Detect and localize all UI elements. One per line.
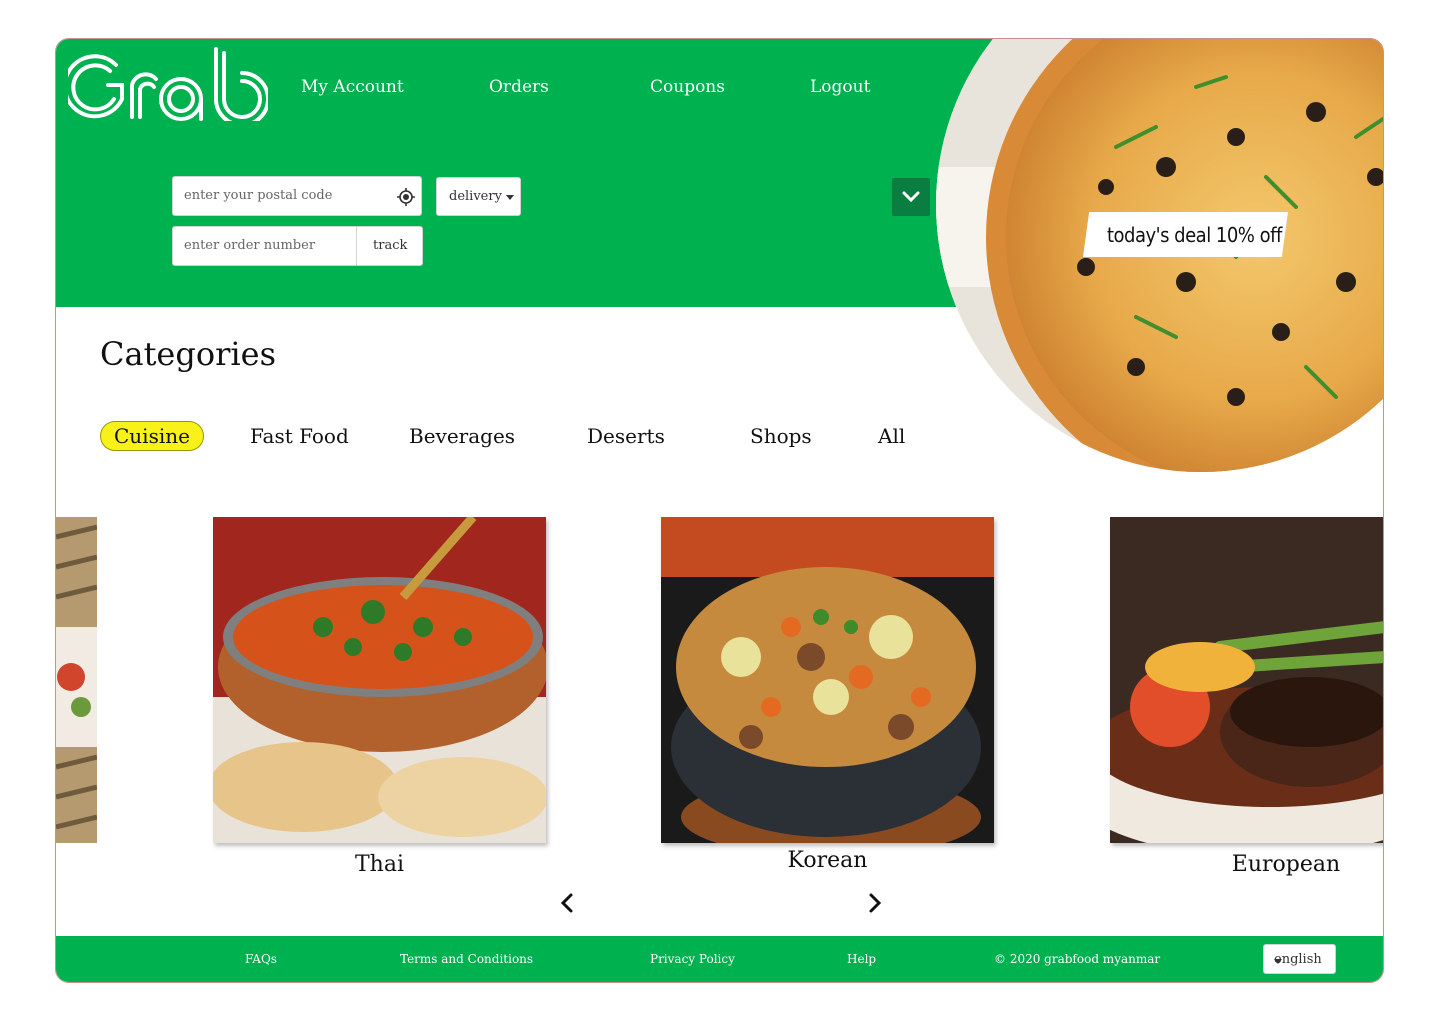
order-number-placeholder: enter order number xyxy=(184,238,316,253)
nav-logout[interactable]: Logout xyxy=(810,77,870,97)
cuisine-card-korean-label: Korean xyxy=(787,848,868,873)
footer-link-help[interactable]: Help xyxy=(847,952,876,966)
postal-code-placeholder: enter your postal code xyxy=(184,188,333,203)
footer-link-faqs[interactable]: FAQs xyxy=(245,952,277,966)
expand-button[interactable] xyxy=(892,178,930,216)
tab-fast-food[interactable]: Fast Food xyxy=(250,424,349,448)
tab-cuisine[interactable]: Cuisine xyxy=(100,421,204,451)
location-crosshair-icon[interactable] xyxy=(396,187,416,207)
delivery-mode-select[interactable]: delivery xyxy=(436,177,521,216)
delivery-mode-value: delivery xyxy=(449,189,502,204)
tab-all[interactable]: All xyxy=(878,424,905,448)
cuisine-card-european-image[interactable] xyxy=(1110,517,1383,843)
track-label: track xyxy=(373,238,408,253)
footer-copyright: © 2020 grabfood myanmar xyxy=(994,952,1161,966)
deal-text: today's deal 10% off xyxy=(1107,223,1282,247)
footer: FAQs Terms and Conditions Privacy Policy… xyxy=(56,936,1383,982)
cuisine-card-partial-image[interactable] xyxy=(56,517,97,843)
nav-coupons[interactable]: Coupons xyxy=(650,77,725,97)
footer-link-privacy[interactable]: Privacy Policy xyxy=(650,952,735,966)
categories-title: Categories xyxy=(100,335,276,373)
language-select[interactable]: english xyxy=(1263,944,1336,974)
cuisine-card-european-label: European xyxy=(1231,852,1341,877)
cuisine-card-korean-image[interactable] xyxy=(661,517,994,843)
nav-my-account[interactable]: My Account xyxy=(301,77,404,97)
tab-deserts[interactable]: Deserts xyxy=(587,424,665,448)
postal-code-input[interactable]: enter your postal code xyxy=(172,176,422,216)
chevron-left-icon[interactable] xyxy=(556,891,580,915)
caret-down-icon xyxy=(1274,959,1282,964)
grab-logo[interactable] xyxy=(68,41,268,121)
order-number-input[interactable]: enter order number xyxy=(172,226,357,266)
nav-orders[interactable]: Orders xyxy=(489,77,549,97)
cuisine-card-thai-label: Thai xyxy=(355,852,404,877)
app-window: My Account Orders Coupons Logout enter y… xyxy=(55,38,1384,983)
track-button[interactable]: track xyxy=(356,226,423,266)
deal-banner[interactable]: today's deal 10% off xyxy=(1083,212,1288,257)
footer-link-terms[interactable]: Terms and Conditions xyxy=(400,952,533,966)
tab-shops[interactable]: Shops xyxy=(750,424,812,448)
cuisine-card-thai-image[interactable] xyxy=(213,517,546,843)
caret-down-icon xyxy=(506,195,514,200)
chevron-down-icon xyxy=(902,191,920,203)
tab-beverages[interactable]: Beverages xyxy=(409,424,515,448)
chevron-right-icon[interactable] xyxy=(862,891,886,915)
